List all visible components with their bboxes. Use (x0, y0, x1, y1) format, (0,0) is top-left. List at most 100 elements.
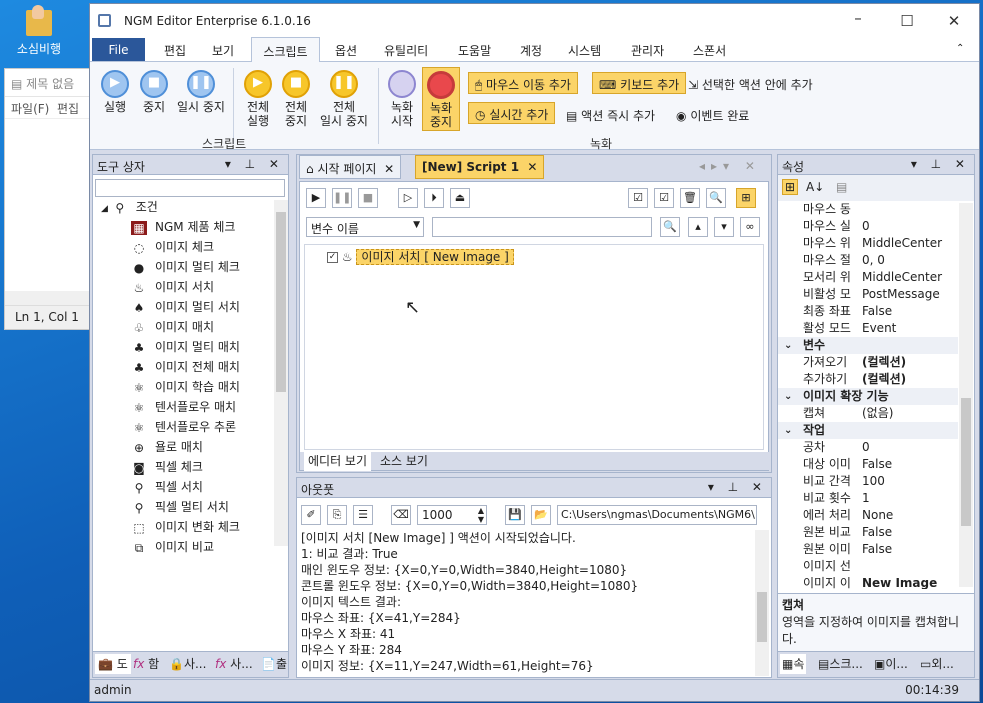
editor-stop-button[interactable]: ■ (358, 188, 378, 208)
sort-az-icon[interactable]: A↓ (806, 180, 824, 194)
record-stop-button[interactable]: 녹화 중지 (422, 67, 460, 131)
expand-chevron-icon[interactable]: ⌄ (784, 337, 792, 354)
event-complete-button[interactable]: ◉ 이벤트 완료 (676, 107, 749, 124)
menu-file[interactable]: File (92, 38, 145, 61)
add-in-selected-button[interactable]: ⇲ 선택한 액션 안에 추가 (688, 76, 813, 93)
toolbox-item[interactable]: ● 이미지 멀티 체크 (131, 257, 240, 277)
search-prev-button[interactable]: ▴ (688, 217, 708, 237)
close-tab-icon[interactable]: ✕ (384, 162, 394, 176)
tab-toolbox[interactable]: 💼 도 (95, 654, 131, 674)
tab-external[interactable]: ▭외... (920, 654, 954, 674)
menu-script[interactable]: 스크립트 (251, 37, 320, 63)
save-icon[interactable]: 💾 (505, 505, 525, 525)
tree-root-conditions[interactable]: ◢ ⚲ 조건 (101, 197, 158, 217)
property-value[interactable]: 0, 0 (862, 252, 885, 269)
notepad-menu-file[interactable]: 파일(F) (11, 102, 49, 116)
folder-icon[interactable]: 📂 (531, 505, 551, 525)
toolbox-item[interactable]: ⬚ 이미지 변화 체크 (131, 517, 240, 537)
tab-output[interactable]: 📄출 (261, 654, 287, 674)
tab-nav-controls[interactable]: ◂▸▾ ✕ (699, 159, 761, 173)
toolbox-item[interactable]: ⚲ 픽셀 서치 (131, 477, 203, 497)
tab-user[interactable]: 🔒사... (169, 654, 206, 674)
output-list-button[interactable]: ☰ (353, 505, 373, 525)
property-row[interactable]: 비교 간격 100 (778, 473, 958, 490)
property-row[interactable]: 공차 0 (778, 439, 958, 456)
record-start-button[interactable]: 녹화 시작 (384, 70, 420, 128)
tab-user-functions[interactable]: fx 사... (215, 654, 253, 674)
run-all-button[interactable]: ▶ 전체 실행 (240, 70, 276, 128)
property-value[interactable]: 1 (862, 490, 870, 507)
search-next-button[interactable]: ▾ (714, 217, 734, 237)
toolbox-item[interactable]: ▦ NGM 제품 체크 (131, 217, 235, 237)
property-value[interactable]: (없음) (862, 405, 893, 422)
script-node[interactable]: ✓ ♨ 이미지 서치 [ New Image ] (327, 248, 514, 265)
toolbox-item[interactable]: ⚛ 이미지 학습 매치 (131, 377, 240, 397)
property-pages-icon[interactable]: ▤ (836, 180, 847, 194)
property-category[interactable]: ⌄ 작업 (778, 422, 958, 439)
property-category[interactable]: ⌄ 변수 (778, 337, 958, 354)
stepper-arrows-icon[interactable]: ▲ ▼ (478, 506, 484, 524)
property-value[interactable]: None (862, 507, 893, 524)
menu-help[interactable]: 도움말 (458, 42, 491, 59)
scroll-thumb[interactable] (757, 592, 767, 642)
property-row[interactable]: 마우스 절 0, 0 (778, 252, 958, 269)
property-value[interactable]: False (862, 456, 892, 473)
property-value[interactable]: Event (862, 320, 896, 337)
node-checkbox[interactable]: ✓ (327, 252, 338, 263)
property-category[interactable]: ⌄ 이미지 확장 기능 (778, 388, 958, 405)
property-row[interactable]: 대상 이미 False (778, 456, 958, 473)
menu-view[interactable]: 보기 (212, 42, 234, 59)
menu-system[interactable]: 시스템 (568, 42, 601, 59)
property-row[interactable]: 원본 이미 False (778, 541, 958, 558)
property-row[interactable]: 에러 처리 None (778, 507, 958, 524)
editor-run-step-button[interactable]: ▷ (398, 188, 418, 208)
property-row[interactable]: 원본 비교 False (778, 524, 958, 541)
variable-name-select[interactable]: 변수 이름 ▼ (306, 217, 424, 237)
add-action-now-button[interactable]: ▤ 액션 즉시 추가 (566, 107, 655, 124)
property-value[interactable]: False (862, 541, 892, 558)
property-row[interactable]: 가져오기 (컬렉션) (778, 354, 958, 371)
property-row[interactable]: 추가하기 (컬렉션) (778, 371, 958, 388)
tab-editor-view[interactable]: 에디터 보기 (304, 451, 372, 471)
property-row[interactable]: 마우스 위 MiddleCenter (778, 235, 958, 252)
property-value[interactable]: New Image (862, 575, 937, 589)
property-value[interactable]: MiddleCenter (862, 235, 942, 252)
toolbox-item[interactable]: ⊕ 욜로 매치 (131, 437, 203, 457)
close-tab-icon[interactable]: ✕ (527, 160, 537, 174)
property-row[interactable]: 비활성 모 PostMessage (778, 286, 958, 303)
toolbox-item[interactable]: ♣ 이미지 멀티 매치 (131, 337, 240, 357)
property-row[interactable]: 활성 모드 Event (778, 320, 958, 337)
toolbox-item[interactable]: ⚛ 텐서플로우 매치 (131, 397, 237, 417)
property-row[interactable]: 마우스 동 (778, 201, 958, 218)
menu-account[interactable]: 계정 (520, 42, 542, 59)
tab-functions[interactable]: fx 함 (133, 654, 159, 674)
property-row[interactable]: 캡쳐 (없음) (778, 405, 958, 422)
property-row[interactable]: 이미지 이 New Image (778, 575, 958, 589)
toolbox-search-input[interactable] (95, 179, 285, 197)
delete-button[interactable]: 🗑 (680, 188, 700, 208)
add-mouse-move-button[interactable]: 🖱 마우스 이동 추가 (468, 72, 578, 94)
editor-run-sel-button[interactable]: ⏏ (450, 188, 470, 208)
editor-run-to-button[interactable]: ⏵ (424, 188, 444, 208)
editor-pause-button[interactable]: ❚❚ (332, 188, 352, 208)
tab-start-page[interactable]: ⌂ 시작 페이지 ✕ (299, 155, 402, 179)
toolbox-controls[interactable]: ▾ ⊥ ✕ (225, 157, 284, 171)
output-text[interactable]: [이미지 서치 [New Image] ] 액션이 시작되었습니다. 1: 비교 … (301, 530, 751, 676)
maximize-button[interactable]: ☐ (897, 12, 917, 30)
output-controls[interactable]: ▾ ⊥ ✕ (708, 480, 767, 494)
property-row[interactable]: 최종 좌표 False (778, 303, 958, 320)
toolbox-item[interactable]: ◙ 픽셀 체크 (131, 457, 203, 477)
run-button[interactable]: ▶ 실행 (98, 70, 132, 114)
pause-button[interactable]: ❚❚ 일시 중지 (174, 70, 228, 114)
search-icon[interactable]: 🔍 (660, 217, 680, 237)
infinity-icon[interactable]: ∞ (740, 217, 760, 237)
toolbox-item[interactable]: ♧ 이미지 매치 (131, 317, 214, 337)
editor-play-button[interactable]: ▶ (306, 188, 326, 208)
expand-chevron-icon[interactable]: ⌄ (784, 422, 792, 439)
collapse-ribbon-icon[interactable]: ⌃ (956, 43, 964, 54)
property-value[interactable]: PostMessage (862, 286, 940, 303)
categorized-icon[interactable]: ⊞ (782, 179, 799, 195)
output-path-field[interactable]: C:\Users\ngmas\Documents\NGM6\ (557, 505, 757, 525)
check-toggle-button[interactable]: ☑ (654, 188, 674, 208)
add-keyboard-button[interactable]: ⌨ 키보드 추가 (592, 72, 687, 94)
